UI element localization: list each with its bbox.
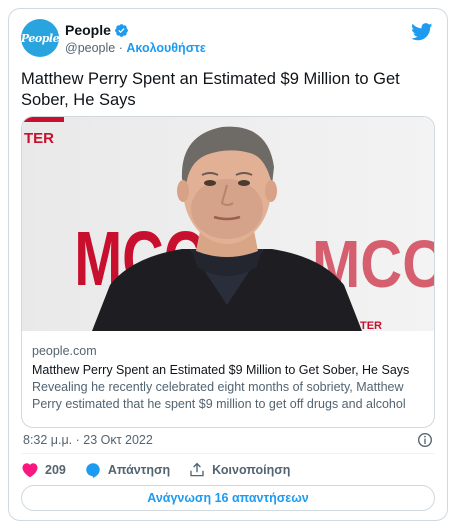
heart-icon — [22, 463, 38, 478]
follow-link[interactable]: Ακολουθήστε — [126, 41, 205, 55]
share-icon — [190, 462, 204, 477]
account-name[interactable]: People — [65, 22, 111, 38]
verified-badge-icon — [115, 23, 128, 37]
divider — [21, 453, 435, 454]
timestamp[interactable]: 8:32 μ.μ. · 23 Οκτ 2022 — [23, 433, 153, 447]
backdrop-text-small: TER — [360, 320, 382, 331]
avatar-logo-text: People — [20, 31, 60, 45]
link-preview-meta: people.com Matthew Perry Spent an Estima… — [32, 342, 426, 413]
handle-row: @people · Ακολουθήστε — [65, 41, 206, 55]
info-icon[interactable] — [417, 432, 433, 448]
link-title[interactable]: Matthew Perry Spent an Estimated $9 Mill… — [32, 362, 426, 379]
tweet-meta-row: 8:32 μ.μ. · 23 Οκτ 2022 — [21, 429, 435, 449]
tweet-text: Matthew Perry Spent an Estimated $9 Mill… — [21, 70, 400, 109]
tweet-header: People People @people · Ακολουθήστε — [21, 19, 435, 59]
link-description: Revealing he recently celebrated eight m… — [32, 380, 406, 411]
account-handle[interactable]: @people — [65, 41, 115, 55]
share-button[interactable]: Κοινοποίηση — [188, 461, 290, 479]
tweet-embed-card: People People @people · Ακολουθήστε Matt… — [8, 8, 448, 521]
twitter-bird-icon[interactable] — [411, 23, 433, 41]
like-count: 209 — [45, 463, 66, 477]
link-preview-card[interactable]: TER MCC MCC TER people.com Matthew Perry… — [21, 116, 435, 428]
read-replies-label: Ανάγνωση 16 απαντήσεων — [147, 491, 309, 505]
like-button[interactable]: 209 — [21, 461, 66, 479]
reply-button[interactable]: Απάντηση — [84, 461, 170, 479]
share-label: Κοινοποίηση — [212, 463, 291, 477]
article-photo[interactable]: TER MCC MCC TER — [22, 117, 434, 331]
separator-dot: · — [118, 41, 123, 55]
read-replies-button[interactable]: Ανάγνωση 16 απαντήσεων — [21, 485, 435, 511]
backdrop-text: TER — [24, 130, 54, 147]
reply-bubble-icon — [86, 463, 100, 479]
name-row: People — [65, 22, 129, 38]
avatar[interactable]: People — [20, 19, 60, 57]
reply-label: Απάντηση — [107, 463, 171, 477]
article-photo-illustration: TER MCC MCC TER — [22, 117, 434, 331]
tweet-actions: 209 Απάντηση Κοινοποίηση — [21, 458, 435, 482]
link-domain: people.com — [32, 344, 97, 358]
